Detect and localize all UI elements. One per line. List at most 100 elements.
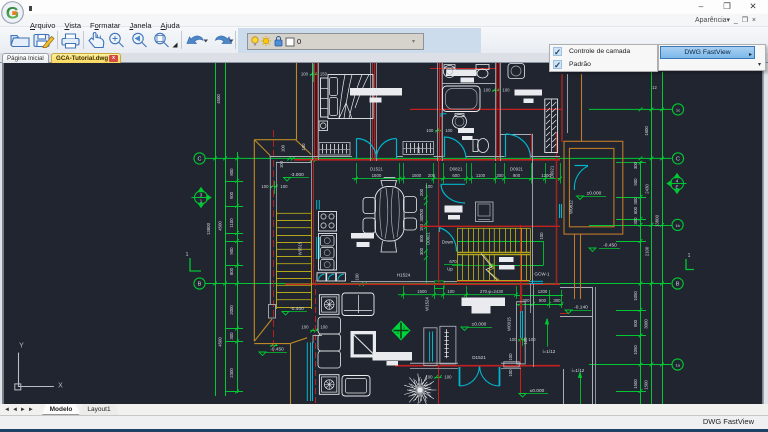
- svg-text:-0.450: -0.450: [270, 347, 284, 353]
- svg-text:200: 200: [419, 188, 424, 196]
- svg-text:GCW-1: GCW-1: [534, 272, 550, 277]
- svg-text:1c: 1c: [676, 107, 680, 112]
- svg-text:D0921: D0921: [550, 165, 555, 178]
- svg-text:13800: 13800: [206, 222, 211, 235]
- svg-text:100: 100: [426, 128, 434, 133]
- svg-text:1b: 1b: [675, 223, 680, 228]
- svg-text:100: 100: [320, 325, 328, 330]
- svg-text:1: 1: [688, 253, 691, 259]
- svg-text:900: 900: [539, 298, 547, 303]
- svg-text:100: 100: [508, 369, 513, 377]
- svg-text:1500: 1500: [417, 289, 427, 294]
- svg-text:1050: 1050: [633, 345, 638, 355]
- svg-text:270.φ=2430: 270.φ=2430: [480, 289, 504, 294]
- svg-text:800: 800: [419, 234, 424, 242]
- svg-text:600: 600: [633, 206, 638, 214]
- svg-text:100: 100: [280, 184, 288, 189]
- svg-text:100: 100: [528, 337, 536, 342]
- svg-text:W0915: W0915: [507, 317, 512, 331]
- svg-text:100: 100: [483, 88, 491, 93]
- svg-text:C: C: [676, 156, 680, 162]
- svg-text:900: 900: [633, 319, 638, 327]
- svg-text:±0.000: ±0.000: [587, 191, 602, 197]
- svg-text:13800: 13800: [655, 214, 660, 227]
- svg-text:670: 670: [449, 259, 457, 264]
- svg-text:300: 300: [633, 197, 638, 205]
- svg-text:2000: 2000: [229, 305, 234, 315]
- svg-text:100: 100: [509, 337, 517, 342]
- svg-text:D0821: D0821: [426, 232, 431, 245]
- svg-text:100: 100: [425, 184, 433, 189]
- svg-text:2300: 2300: [229, 368, 234, 378]
- svg-text:300: 300: [496, 173, 504, 178]
- svg-text:2100: 2100: [645, 246, 650, 256]
- svg-text:1800: 1800: [644, 126, 649, 136]
- svg-text:G: G: [397, 331, 400, 335]
- svg-text:2430: 2430: [645, 184, 650, 194]
- svg-text:W0812: W0812: [569, 200, 574, 214]
- svg-text:100: 100: [508, 353, 513, 361]
- svg-text:C: C: [198, 156, 202, 162]
- svg-text:100: 100: [502, 88, 510, 93]
- svg-text:4500: 4500: [218, 337, 223, 347]
- svg-text:100: 100: [444, 375, 452, 380]
- svg-text:900: 900: [633, 178, 638, 186]
- svg-text:100: 100: [447, 289, 455, 294]
- svg-text:3: 3: [403, 326, 405, 330]
- svg-text:100: 100: [539, 232, 544, 240]
- svg-text:800: 800: [229, 168, 234, 176]
- svg-text:E: E: [675, 185, 678, 190]
- svg-text:Y: Y: [19, 343, 24, 350]
- svg-text:1050: 1050: [633, 291, 638, 301]
- svg-text:100: 100: [301, 72, 309, 77]
- svg-text:D0921: D0921: [510, 167, 523, 172]
- svg-text:D1521: D1521: [370, 167, 383, 172]
- svg-text:-0.450: -0.450: [603, 243, 617, 249]
- svg-text:1500: 1500: [412, 173, 422, 178]
- svg-text:300: 300: [419, 247, 424, 255]
- svg-text:Up: Up: [447, 267, 453, 272]
- svg-text:D0821: D0821: [450, 167, 463, 172]
- svg-text:300: 300: [633, 217, 638, 225]
- svg-text:X: X: [58, 383, 63, 390]
- svg-text:B: B: [198, 282, 202, 288]
- svg-text:1200: 1200: [538, 289, 548, 294]
- svg-text:100: 100: [301, 143, 306, 151]
- svg-text:200: 200: [428, 173, 436, 178]
- svg-text:1a: 1a: [675, 363, 680, 368]
- svg-text:W9515: W9515: [298, 241, 303, 255]
- svg-text:300: 300: [229, 332, 234, 340]
- svg-text:i=1/12: i=1/12: [543, 349, 556, 354]
- svg-text:300: 300: [419, 214, 424, 222]
- svg-text:100: 100: [301, 325, 309, 330]
- svg-text:1500: 1500: [633, 379, 638, 389]
- svg-text:i=1/12: i=1/12: [572, 368, 585, 373]
- svg-text:100: 100: [523, 337, 528, 345]
- svg-text:900: 900: [229, 247, 234, 255]
- svg-text:H1524: H1524: [397, 273, 411, 278]
- svg-text:100: 100: [281, 144, 286, 152]
- svg-text:300: 300: [633, 161, 638, 169]
- svg-text:4500: 4500: [218, 221, 223, 231]
- svg-text:100: 100: [355, 273, 360, 281]
- svg-text:1500: 1500: [644, 380, 649, 390]
- svg-text:B: B: [676, 282, 680, 288]
- svg-text:Down: Down: [442, 240, 454, 245]
- svg-text:150: 150: [320, 72, 328, 77]
- svg-text:100: 100: [279, 160, 284, 168]
- svg-text:900: 900: [513, 173, 521, 178]
- svg-text:1500: 1500: [372, 173, 382, 178]
- svg-text:300: 300: [553, 298, 561, 303]
- svg-text:150: 150: [419, 223, 424, 231]
- svg-text:100: 100: [445, 128, 453, 133]
- svg-text:300: 300: [522, 298, 530, 303]
- svg-text:±0.000: ±0.000: [472, 322, 487, 328]
- svg-text:D1521: D1521: [472, 355, 486, 360]
- svg-text:1100: 1100: [229, 218, 234, 228]
- svg-text:100: 100: [261, 184, 269, 189]
- svg-text:-0.140: -0.140: [574, 305, 588, 311]
- svg-text:600: 600: [452, 173, 460, 178]
- svg-text:4500: 4500: [216, 94, 221, 104]
- svg-text:12: 12: [652, 85, 657, 90]
- svg-text:800: 800: [229, 267, 234, 275]
